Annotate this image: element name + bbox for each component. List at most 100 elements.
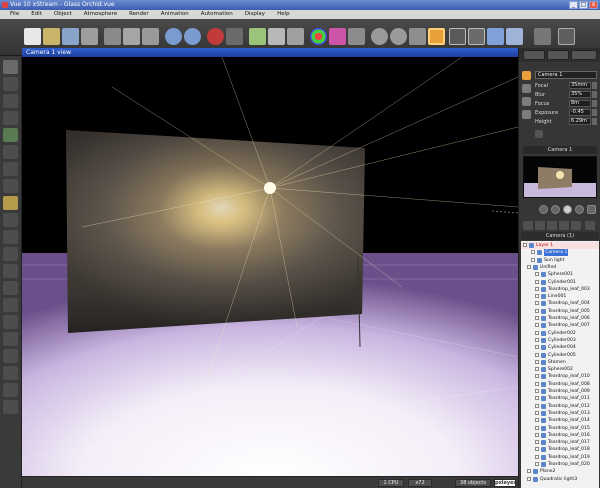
pyramid-icon[interactable] — [3, 315, 18, 329]
visibility-checkbox[interactable] — [535, 425, 539, 430]
tree-item[interactable]: Cylinder004 — [521, 344, 599, 351]
visibility-checkbox[interactable] — [535, 345, 539, 350]
cube-icon[interactable] — [506, 28, 523, 45]
zoom-in-icon[interactable] — [371, 28, 388, 45]
visibility-checkbox[interactable] — [531, 257, 535, 262]
visibility-checkbox[interactable] — [527, 469, 531, 474]
close-button[interactable]: x — [589, 1, 598, 9]
tree-item[interactable]: Teardrop_leaf_010 — [521, 373, 599, 380]
tree-item[interactable]: Teardrop_leaf_013 — [521, 410, 599, 417]
save-icon[interactable] — [62, 28, 79, 45]
links-tab-icon[interactable] — [547, 221, 557, 230]
zoom-out-icon[interactable] — [390, 28, 407, 45]
grid-icon[interactable] — [3, 77, 18, 91]
visibility-checkbox[interactable] — [535, 316, 539, 320]
cut-icon[interactable] — [104, 28, 121, 45]
rotate-right-icon[interactable] — [575, 205, 584, 214]
tree-item[interactable]: Teardrop_leaf_003 — [521, 286, 599, 293]
tree-item[interactable]: Teardrop_leaf_018 — [521, 446, 599, 453]
axis-icon[interactable] — [3, 383, 18, 397]
lock-icon[interactable] — [535, 130, 543, 138]
camera-icon[interactable] — [522, 71, 531, 80]
tree-item[interactable]: Cylinder002 — [521, 330, 599, 337]
visibility-checkbox[interactable] — [535, 330, 539, 335]
tree-item[interactable]: Camera 1 — [521, 249, 599, 257]
cube-tool-icon[interactable] — [3, 264, 18, 278]
undo-icon[interactable] — [165, 28, 182, 45]
orbit-icon[interactable] — [563, 205, 572, 214]
visibility-checkbox[interactable] — [535, 272, 539, 277]
visibility-checkbox[interactable] — [535, 359, 539, 364]
light-icon[interactable] — [3, 196, 18, 210]
curve-icon[interactable] — [3, 230, 18, 244]
tree-item[interactable]: Teardrop_leaf_006 — [521, 315, 599, 322]
exposure-spinner[interactable] — [592, 109, 597, 116]
lens-icon[interactable] — [522, 84, 531, 93]
materials-tab-icon[interactable] — [535, 221, 545, 230]
film-icon[interactable] — [449, 28, 466, 45]
tree-item[interactable]: Teardrop_leaf_005 — [521, 308, 599, 315]
visibility-checkbox[interactable] — [531, 250, 535, 255]
record-icon[interactable] — [207, 28, 224, 45]
tree-item[interactable]: Quadratic light3 — [521, 476, 599, 483]
tree-item[interactable]: Teardrop_leaf_016 — [521, 432, 599, 439]
copy-icon[interactable] — [123, 28, 140, 45]
aspect-tab[interactable] — [523, 50, 545, 60]
visibility-checkbox[interactable] — [535, 432, 539, 437]
visibility-checkbox[interactable] — [535, 462, 539, 466]
height-value[interactable]: 6.29m — [569, 118, 591, 125]
tree-item[interactable]: Teardrop_leaf_014 — [521, 417, 599, 424]
tree-item[interactable]: Teardrop_leaf_004 — [521, 300, 599, 307]
zoom-view-icon[interactable] — [587, 205, 596, 214]
focus-spinner[interactable] — [592, 100, 597, 107]
library-tab-icon[interactable] — [559, 221, 569, 230]
tree-item[interactable]: Teardrop_leaf_007 — [521, 322, 599, 329]
animation-tab[interactable] — [571, 50, 597, 60]
exposure-value[interactable]: -0.45 — [569, 109, 591, 116]
render-area-icon[interactable] — [348, 28, 365, 45]
viewport-canvas[interactable]: Z — [22, 57, 518, 488]
sphere-icon[interactable] — [3, 162, 18, 176]
visibility-checkbox[interactable] — [527, 476, 531, 481]
tree-item[interactable]: Sun light — [521, 257, 599, 264]
menu-file[interactable]: File — [4, 10, 25, 19]
visibility-checkbox[interactable] — [535, 279, 539, 284]
visibility-checkbox[interactable] — [527, 264, 531, 269]
menu-display[interactable]: Display — [239, 10, 271, 19]
tree-item[interactable]: Plane2 — [521, 468, 599, 475]
tree-item[interactable]: Unified — [521, 264, 599, 271]
visibility-checkbox[interactable] — [535, 389, 539, 393]
metablob-icon[interactable] — [3, 332, 18, 346]
pan-icon[interactable] — [409, 28, 426, 45]
tree-item[interactable]: Cylinder001 — [521, 279, 599, 286]
cloud-icon[interactable] — [3, 179, 18, 193]
new-file-icon[interactable] — [24, 28, 41, 45]
visibility-checkbox[interactable] — [535, 337, 539, 342]
target-icon[interactable] — [522, 97, 531, 106]
focus-value[interactable]: 8m — [569, 100, 591, 107]
tree-item[interactable]: Teardrop_leaf_011 — [521, 395, 599, 402]
tree-item[interactable]: Teardrop_leaf_020 — [521, 461, 599, 468]
align-icon[interactable] — [3, 400, 18, 414]
visibility-checkbox[interactable] — [535, 410, 539, 415]
visibility-checkbox[interactable] — [535, 374, 539, 379]
menu-atmosphere[interactable]: Atmosphere — [78, 10, 123, 19]
visibility-checkbox[interactable] — [523, 243, 527, 247]
tree-item[interactable]: Sphere002 — [521, 366, 599, 373]
visibility-checkbox[interactable] — [535, 286, 539, 291]
maximize-button[interactable]: □ — [579, 1, 588, 9]
grab-icon[interactable] — [3, 60, 18, 74]
boolean-icon[interactable] — [3, 349, 18, 363]
tree-item[interactable]: Cylinder003 — [521, 337, 599, 344]
cone-icon[interactable] — [3, 281, 18, 295]
visibility-checkbox[interactable] — [535, 403, 539, 408]
visibility-checkbox[interactable] — [535, 352, 539, 357]
menu-object[interactable]: Object — [48, 10, 78, 19]
focal-spinner[interactable] — [592, 82, 597, 89]
tree-item[interactable]: Teardrop_leaf_008 — [521, 381, 599, 388]
water-icon[interactable] — [3, 213, 18, 227]
redo-icon[interactable] — [184, 28, 201, 45]
move-icon[interactable] — [287, 28, 304, 45]
camera-preview[interactable] — [523, 156, 597, 198]
single-view-icon[interactable] — [428, 28, 445, 45]
